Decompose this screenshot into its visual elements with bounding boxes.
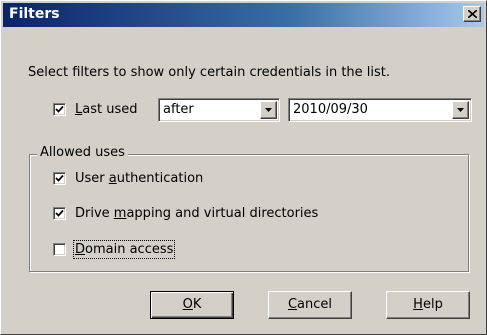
close-icon [468, 10, 477, 18]
drive-mapping-checkbox[interactable] [53, 207, 66, 220]
label-part: apping and virtual directories [126, 206, 319, 221]
chevron-down-icon [265, 108, 272, 112]
check-icon [55, 209, 64, 217]
label-part: User [75, 171, 109, 186]
label-part: Drive [75, 206, 114, 221]
check-icon [55, 105, 64, 113]
filters-dialog: Filters Select filters to show only cert… [0, 0, 487, 335]
user-authentication-label: User authentication [75, 171, 203, 186]
label-accel: m [113, 206, 127, 221]
chevron-down-icon [457, 108, 464, 112]
check-icon [55, 174, 64, 182]
domain-access-label: Domain access [72, 240, 176, 259]
close-button[interactable] [463, 6, 481, 22]
operator-dropdown-button[interactable] [260, 101, 277, 119]
label-accel: a [108, 171, 117, 186]
intro-text: Select filters to show only certain cred… [28, 65, 391, 80]
last-used-label-rest: ast used [82, 102, 138, 117]
operator-value: after [163, 102, 194, 117]
help-button[interactable]: Help [386, 291, 470, 319]
label-part: uthentication [116, 171, 204, 186]
ok-button[interactable]: OK [150, 291, 234, 319]
date-select[interactable]: 2010/09/30 [288, 98, 472, 122]
cancel-label-rest: ancel [297, 297, 333, 312]
user-authentication-checkbox[interactable] [53, 172, 66, 185]
help-label-rest: elp [422, 297, 443, 312]
allowed-uses-group-label: Allowed uses [37, 145, 128, 160]
operator-select[interactable]: after [158, 98, 280, 122]
last-used-checkbox[interactable] [53, 103, 66, 116]
ok-label-rest: K [192, 297, 202, 312]
domain-access-checkbox[interactable] [53, 243, 66, 256]
last-used-label: Last used [75, 102, 137, 117]
cancel-accel: C [287, 297, 298, 312]
ok-accel: O [182, 297, 193, 312]
cancel-button[interactable]: Cancel [268, 291, 352, 319]
date-value: 2010/09/30 [293, 102, 368, 117]
title-bar[interactable]: Filters [3, 3, 484, 27]
help-accel: H [413, 297, 423, 312]
label-part: omain access [85, 242, 174, 257]
label-accel: D [75, 242, 86, 257]
drive-mapping-label: Drive mapping and virtual directories [75, 206, 318, 221]
date-dropdown-button[interactable] [452, 101, 469, 119]
window-title: Filters [9, 6, 60, 22]
